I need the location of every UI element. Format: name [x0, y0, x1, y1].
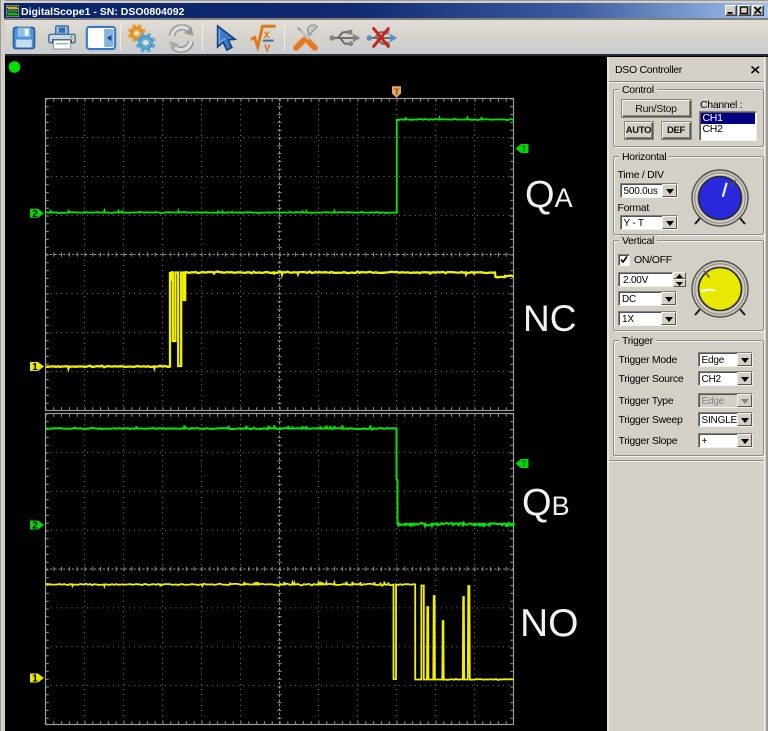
svg-text:T: T [394, 87, 400, 97]
svg-text:NC: NC [523, 298, 576, 339]
svg-text:2: 2 [32, 521, 38, 532]
svg-text:T: T [522, 460, 527, 469]
svg-text:QA: QA [525, 174, 573, 216]
svg-text:NO: NO [520, 602, 579, 645]
svg-text:1: 1 [32, 674, 38, 685]
svg-text:1: 1 [32, 362, 38, 373]
svg-text:2: 2 [32, 209, 38, 220]
svg-text:T: T [522, 145, 527, 154]
svg-text:QB: QB [522, 482, 570, 524]
